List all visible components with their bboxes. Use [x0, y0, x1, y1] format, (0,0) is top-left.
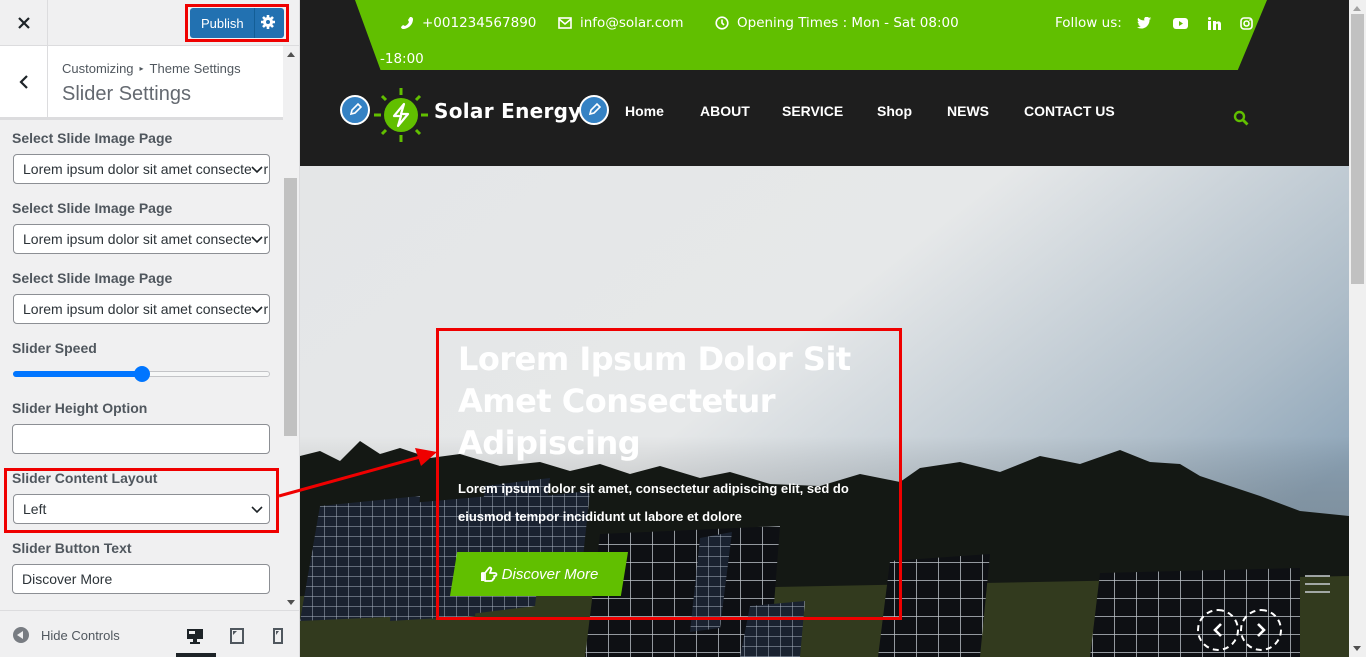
- linkedin-icon: [1207, 16, 1221, 30]
- breadcrumb-separator: ▸: [139, 64, 144, 73]
- range-thumb[interactable]: [134, 366, 150, 382]
- tablet-icon: [230, 628, 244, 644]
- chevron-down-icon: [251, 304, 263, 314]
- topbar-phone[interactable]: +001234567890: [400, 15, 536, 31]
- hide-controls-label: Hide Controls: [41, 627, 120, 643]
- select-value: Lorem ipsum dolor sit amet consectetur: [23, 231, 269, 247]
- solar-logo-icon: [374, 88, 428, 142]
- control-label: Select Slide Image Page: [12, 200, 173, 216]
- follow-label: Follow us:: [1055, 15, 1122, 31]
- youtube-icon: [1172, 17, 1188, 29]
- topbar-hours: Opening Times : Mon - Sat 08:00: [715, 15, 959, 31]
- hours-text: Opening Times : Mon - Sat 08:00: [737, 15, 959, 31]
- chevron-right-icon: [1257, 623, 1266, 637]
- control-label: Slider Button Text: [12, 540, 132, 556]
- select-value: Lorem ipsum dolor sit amet consectetur: [23, 161, 269, 177]
- search-icon[interactable]: [1233, 110, 1249, 126]
- instagram-link[interactable]: [1237, 14, 1255, 32]
- slider-speed-range[interactable]: [13, 366, 270, 382]
- control-label: Slider Height Option: [12, 400, 148, 416]
- section-title: Slider Settings: [62, 83, 191, 105]
- controls-list: Select Slide Image Page Lorem ipsum dolo…: [0, 122, 283, 610]
- control-label: Select Slide Image Page: [12, 270, 173, 286]
- hero-slider: Lorem Ipsum Dolor Sit Amet Consectetur A…: [300, 166, 1349, 657]
- panel-scrollbar[interactable]: [283, 46, 298, 610]
- twitter-link[interactable]: [1135, 14, 1153, 32]
- mobile-icon: [273, 628, 283, 644]
- topbar-green-band: [355, 0, 1267, 70]
- collapse-icon: [13, 627, 29, 643]
- envelope-icon: [558, 17, 572, 29]
- site-logo-text[interactable]: Solar Energy: [434, 99, 582, 123]
- twitter-icon: [1136, 16, 1151, 29]
- pencil-icon: [588, 103, 601, 116]
- close-icon: [17, 17, 30, 29]
- pencil-icon: [349, 103, 362, 116]
- scrollbar-thumb[interactable]: [1351, 14, 1364, 284]
- scrollbar-thumb[interactable]: [284, 178, 297, 436]
- back-button[interactable]: [0, 46, 48, 117]
- breadcrumb-section: Theme Settings: [149, 61, 241, 76]
- clock-icon: [715, 16, 729, 30]
- nav-contact-us[interactable]: CONTACT US: [1024, 103, 1115, 119]
- chevron-down-icon: [251, 234, 263, 244]
- nav-shop[interactable]: Shop: [877, 103, 912, 119]
- hide-controls-button[interactable]: Hide Controls: [13, 627, 120, 643]
- section-header: Customizing ▸ Theme Settings Slider Settin…: [0, 46, 283, 120]
- slide-image-page-select-3[interactable]: Lorem ipsum dolor sit amet consectetur: [13, 294, 270, 324]
- close-customizer-button[interactable]: [0, 0, 48, 46]
- scroll-down-arrow[interactable]: [1353, 646, 1361, 651]
- slide-image-page-select-1[interactable]: Lorem ipsum dolor sit amet consectetur: [13, 154, 270, 184]
- slider-prev-button[interactable]: [1197, 609, 1239, 651]
- hours-text-wrap: -18:00: [380, 51, 424, 67]
- edit-menu-shortcut[interactable]: [579, 95, 609, 125]
- publish-label: Publish: [201, 16, 244, 31]
- customizer-panel: Publish Customizing ▸ Theme Settings Slide…: [0, 0, 300, 657]
- scroll-down-arrow[interactable]: [287, 600, 295, 605]
- slider-next-button[interactable]: [1240, 609, 1282, 651]
- breadcrumb-root: Customizing: [62, 61, 134, 76]
- site-topbar: +001234567890 info@solar.com Opening Tim…: [300, 0, 1349, 70]
- nav-news[interactable]: NEWS: [947, 103, 989, 119]
- preview-tablet-button[interactable]: [222, 621, 252, 651]
- email-text: info@solar.com: [580, 15, 684, 31]
- site-preview: +001234567890 info@solar.com Opening Tim…: [300, 0, 1349, 657]
- site-navbar: Solar Energy Home ABOUT SERVICE Shop NEW…: [300, 70, 1349, 166]
- scroll-up-arrow[interactable]: [287, 52, 295, 57]
- edit-logo-shortcut[interactable]: [340, 95, 370, 125]
- breadcrumb: Customizing ▸ Theme Settings: [62, 61, 241, 76]
- chevron-down-icon: [251, 164, 263, 174]
- publish-divider: [254, 8, 255, 38]
- range-fill: [13, 371, 142, 377]
- scroll-up-arrow[interactable]: [1353, 6, 1361, 11]
- preview-desktop-button[interactable]: [176, 621, 216, 657]
- slider-height-input[interactable]: [12, 424, 270, 454]
- customizer-footer: Hide Controls: [0, 610, 299, 657]
- gear-icon[interactable]: [260, 14, 276, 30]
- nav-about[interactable]: ABOUT: [700, 103, 750, 119]
- chevron-left-icon: [18, 74, 28, 89]
- chevron-left-icon: [1213, 623, 1222, 637]
- linkedin-link[interactable]: [1205, 14, 1223, 32]
- phone-text: +001234567890: [422, 15, 537, 31]
- control-label: Select Slide Image Page: [12, 130, 173, 146]
- nav-service[interactable]: SERVICE: [782, 103, 843, 119]
- hero-content-highlight-annotation: [436, 328, 902, 620]
- preview-scrollbar[interactable]: [1349, 0, 1366, 657]
- topbar-email[interactable]: info@solar.com: [558, 15, 684, 31]
- nav-home[interactable]: Home: [625, 103, 664, 119]
- slide-image-page-select-2[interactable]: Lorem ipsum dolor sit amet consectetur: [13, 224, 270, 254]
- slider-button-text-input[interactable]: Discover More: [12, 564, 270, 594]
- preview-mobile-button[interactable]: [263, 621, 293, 651]
- instagram-icon: [1239, 16, 1253, 30]
- control-label: Slider Speed: [12, 340, 97, 356]
- content-layout-highlight-annotation: [4, 468, 279, 533]
- publish-button[interactable]: Publish: [190, 8, 284, 38]
- youtube-link[interactable]: [1171, 14, 1189, 32]
- desktop-icon: [187, 629, 203, 644]
- phone-icon: [401, 17, 413, 29]
- customizer-header-bar: Publish: [0, 0, 299, 46]
- select-value: Lorem ipsum dolor sit amet consectetur: [23, 301, 269, 317]
